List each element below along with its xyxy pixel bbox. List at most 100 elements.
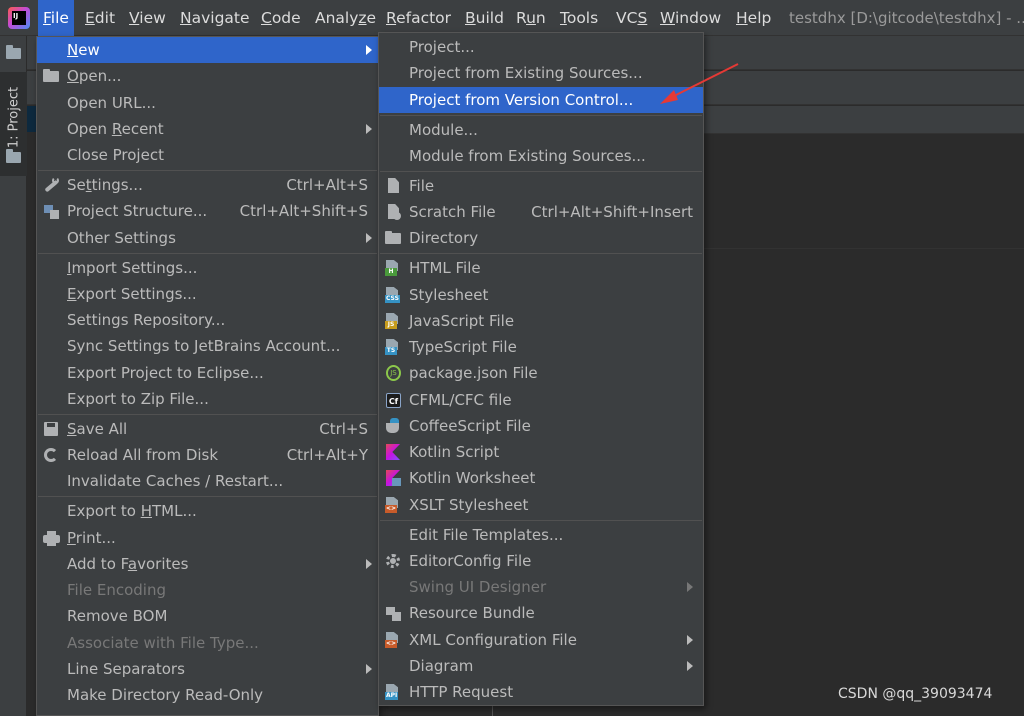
menu-item-export-html[interactable]: Export to HTML... <box>37 498 378 524</box>
menu-run[interactable]: Run <box>511 0 551 36</box>
menu-item-label: JavaScript File <box>409 312 515 330</box>
menu-vcs[interactable]: VCS <box>611 0 652 36</box>
menu-item-package-json[interactable]: JS package.json File <box>379 360 703 386</box>
menu-item-project-structure[interactable]: Project Structure... Ctrl+Alt+Shift+S <box>37 198 378 224</box>
menu-item-label: Module from Existing Sources... <box>409 147 646 165</box>
menu-item-save-all[interactable]: Save All Ctrl+S <box>37 416 378 442</box>
menu-navigate[interactable]: Navigate <box>175 0 255 36</box>
reload-icon <box>42 446 60 464</box>
menu-build[interactable]: Build <box>460 0 509 36</box>
menu-view[interactable]: View <box>124 0 171 36</box>
menu-item-edit-file-templates[interactable]: Edit File Templates... <box>379 522 703 548</box>
menu-item-label: Kotlin Script <box>409 443 500 461</box>
menu-window[interactable]: Window <box>655 0 726 36</box>
menu-item-settings[interactable]: Settings... Ctrl+Alt+S <box>37 172 378 198</box>
menu-item-stylesheet[interactable]: CSS Stylesheet <box>379 282 703 308</box>
menu-item-swing-ui-designer: Swing UI Designer <box>379 574 703 600</box>
menu-separator <box>38 496 377 497</box>
menu-item-import-settings[interactable]: Import Settings... <box>37 255 378 281</box>
menu-item-module-from-existing[interactable]: Module from Existing Sources... <box>379 143 703 169</box>
menu-item-label: Edit File Templates... <box>409 526 564 544</box>
menu-item-add-to-favorites[interactable]: Add to Favorites <box>37 551 378 577</box>
menu-tools[interactable]: Tools <box>555 0 603 36</box>
menu-item-label: Remove BOM <box>67 607 168 625</box>
menu-item-label: Add to Favorites <box>67 555 189 573</box>
menu-separator <box>380 115 702 116</box>
menu-item-settings-repository[interactable]: Settings Repository... <box>37 307 378 333</box>
menu-item-directory[interactable]: Directory <box>379 225 703 251</box>
menu-item-label: Reload All from Disk <box>67 446 219 464</box>
menu-item-module[interactable]: Module... <box>379 117 703 143</box>
menu-item-diagram[interactable]: Diagram <box>379 653 703 679</box>
menu-item-label: Open Recent <box>67 120 164 138</box>
submenu-arrow-icon <box>366 233 372 243</box>
menu-item-xslt-stylesheet[interactable]: <> XSLT Stylesheet <box>379 492 703 518</box>
menu-item-xml-configuration-file[interactable]: <> XML Configuration File <box>379 627 703 653</box>
javascript-file-icon: JS <box>384 312 402 330</box>
menu-item-export-zip[interactable]: Export to Zip File... <box>37 386 378 412</box>
menu-help[interactable]: Help <box>731 0 776 36</box>
menu-item-invalidate-caches[interactable]: Invalidate Caches / Restart... <box>37 468 378 494</box>
menu-item-cfml-file[interactable]: Cf CFML/CFC file <box>379 387 703 413</box>
menu-item-label: Open... <box>67 67 122 85</box>
menu-item-other-settings[interactable]: Other Settings <box>37 225 378 251</box>
menu-item-label: Stylesheet <box>409 286 489 304</box>
menu-item-editorconfig-file[interactable]: EditorConfig File <box>379 548 703 574</box>
xslt-file-icon: <> <box>384 496 402 514</box>
menu-item-label: Project... <box>409 38 475 56</box>
menu-item-label: Save All <box>67 420 128 438</box>
submenu-arrow-icon <box>366 664 372 674</box>
menu-item-print[interactable]: Print... <box>37 525 378 551</box>
menu-item-open[interactable]: Open... <box>37 63 378 89</box>
menu-item-label: EditorConfig File <box>409 552 532 570</box>
menu-item-remove-bom[interactable]: Remove BOM <box>37 603 378 629</box>
menu-item-label: Diagram <box>409 657 474 675</box>
menu-item-label: File <box>409 177 435 195</box>
menu-item-reload[interactable]: Reload All from Disk Ctrl+Alt+Y <box>37 442 378 468</box>
menu-item-label: Project from Version Control... <box>409 91 634 109</box>
menu-code[interactable]: Code <box>256 0 306 36</box>
typescript-file-icon: TS <box>384 338 402 356</box>
menu-edit[interactable]: Edit <box>80 0 120 36</box>
menu-item-label: HTML File <box>409 259 481 277</box>
menu-item-coffeescript-file[interactable]: CoffeeScript File <box>379 413 703 439</box>
menu-item-label: Invalidate Caches / Restart... <box>67 472 284 490</box>
project-tool-tab[interactable]: 1: Project <box>0 72 27 176</box>
menu-item-open-recent[interactable]: Open Recent <box>37 116 378 142</box>
menu-item-file[interactable]: File <box>379 173 703 199</box>
xml-file-icon: <> <box>384 631 402 649</box>
menu-item-javascript-file[interactable]: JS JavaScript File <box>379 308 703 334</box>
menu-item-http-request[interactable]: API HTTP Request <box>379 679 703 705</box>
folder-icon <box>6 149 21 163</box>
menu-item-typescript-file[interactable]: TS TypeScript File <box>379 334 703 360</box>
menu-item-make-read-only[interactable]: Make Directory Read-Only <box>37 682 378 708</box>
nodejs-icon: JS <box>384 364 402 382</box>
menu-item-new-project[interactable]: Project... <box>379 34 703 60</box>
menu-item-html-file[interactable]: H HTML File <box>379 255 703 281</box>
menu-item-close-project[interactable]: Close Project <box>37 142 378 168</box>
menu-item-export-settings[interactable]: Export Settings... <box>37 281 378 307</box>
menu-item-label: Import Settings... <box>67 259 198 277</box>
file-menu: New Open... Open URL... Open Recent Clos… <box>36 36 379 716</box>
menu-item-export-eclipse[interactable]: Export Project to Eclipse... <box>37 360 378 386</box>
shortcut: Ctrl+Alt+Shift+Insert <box>531 203 693 221</box>
menu-item-sync-settings[interactable]: Sync Settings to JetBrains Account... <box>37 333 378 359</box>
open-folder-icon <box>42 67 60 85</box>
menu-item-resource-bundle[interactable]: Resource Bundle <box>379 600 703 626</box>
menu-item-label: File Encoding <box>67 581 166 599</box>
menu-analyze[interactable]: Analyze <box>310 0 381 36</box>
menu-item-label: Open URL... <box>67 94 156 112</box>
menu-item-scratch-file[interactable]: Scratch File Ctrl+Alt+Shift+Insert <box>379 199 703 225</box>
menu-refactor[interactable]: Refactor <box>381 0 456 36</box>
shortcut: Ctrl+Alt+Y <box>286 446 368 464</box>
menu-item-kotlin-worksheet[interactable]: Kotlin Worksheet <box>379 465 703 491</box>
menu-separator <box>380 520 702 521</box>
css-file-icon: CSS <box>384 286 402 304</box>
panel-divider <box>704 248 1024 249</box>
menu-item-open-url[interactable]: Open URL... <box>37 90 378 116</box>
menu-item-kotlin-script[interactable]: Kotlin Script <box>379 439 703 465</box>
menu-item-new[interactable]: New <box>37 37 378 63</box>
menu-file[interactable]: File <box>38 0 74 36</box>
menu-item-label: Export Settings... <box>67 285 197 303</box>
menu-item-line-separators[interactable]: Line Separators <box>37 656 378 682</box>
